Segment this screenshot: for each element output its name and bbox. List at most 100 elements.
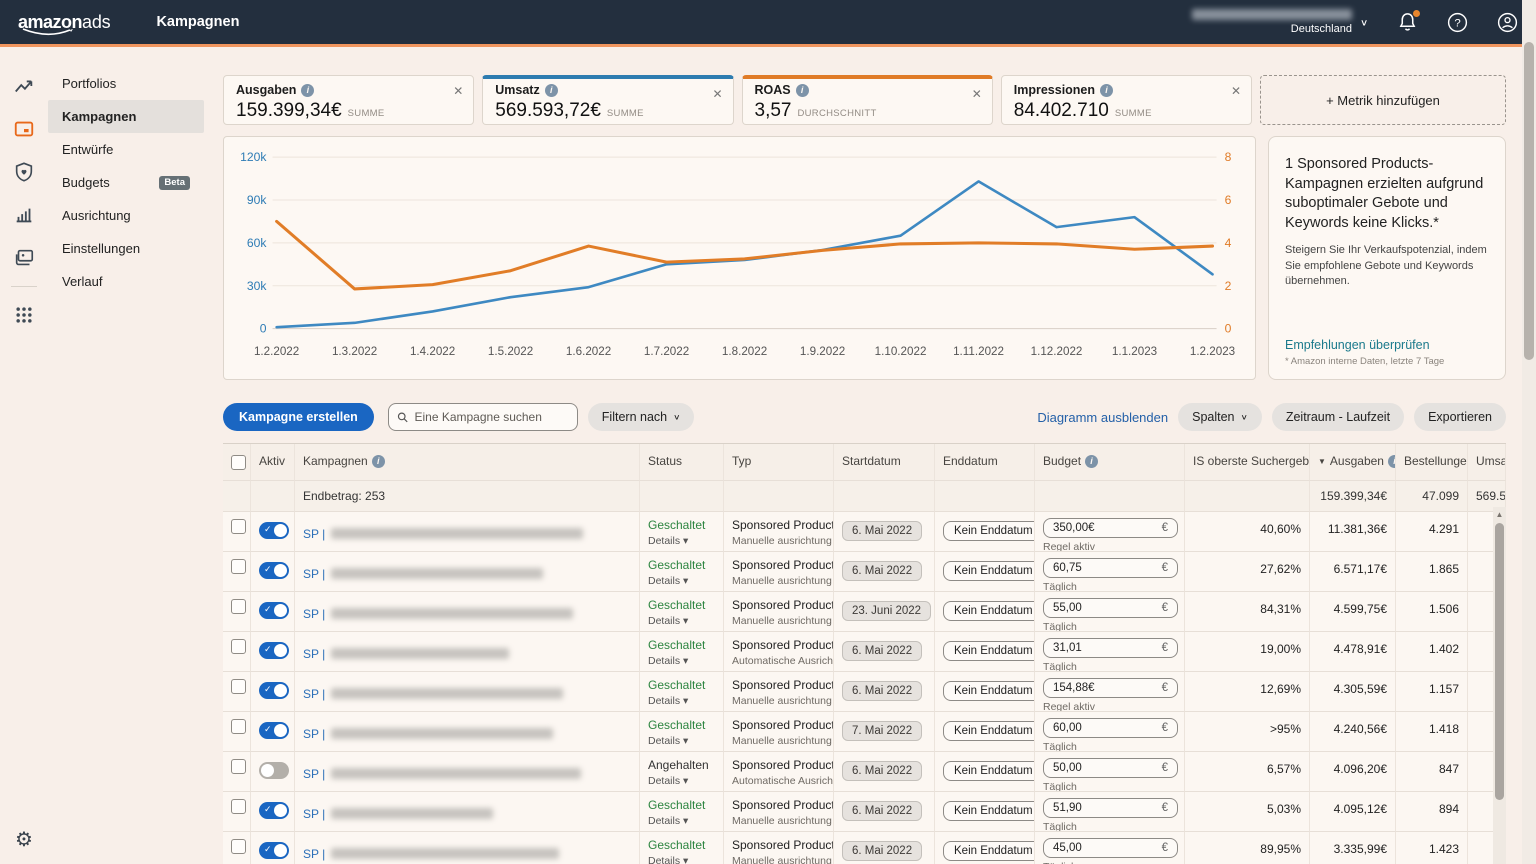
campaign-search[interactable]: [388, 403, 578, 431]
col-header-enddatum[interactable]: Enddatum: [935, 444, 1035, 481]
recommendation-link[interactable]: Empfehlungen überprüfen: [1285, 338, 1489, 352]
add-metric-button[interactable]: + Metrik hinzufügen: [1260, 75, 1506, 125]
close-icon[interactable]: ✕: [972, 87, 982, 101]
row-checkbox[interactable]: [231, 639, 246, 654]
col-header-budget[interactable]: Budgeti: [1035, 444, 1185, 481]
export-button[interactable]: Exportieren: [1414, 403, 1506, 431]
row-checkbox[interactable]: [231, 519, 246, 534]
start-date-picker[interactable]: 7. Mai 2022: [842, 721, 922, 741]
budget-input[interactable]: 60,75€: [1043, 558, 1178, 578]
page-scrollbar[interactable]: [1522, 0, 1536, 864]
end-date-picker[interactable]: Kein Enddatum: [943, 681, 1035, 701]
info-icon[interactable]: i: [301, 84, 314, 97]
row-checkbox[interactable]: [231, 759, 246, 774]
sidebar-item-entwuerfe[interactable]: Entwürfe: [48, 133, 204, 166]
brand-shield-icon[interactable]: [13, 161, 35, 183]
col-header-typ[interactable]: Typ: [724, 444, 834, 481]
notifications-button[interactable]: [1396, 11, 1418, 33]
profile-button[interactable]: [1496, 11, 1518, 33]
info-icon[interactable]: i: [545, 84, 558, 97]
campaigns-card-icon[interactable]: [13, 118, 35, 140]
start-date-picker[interactable]: 6. Mai 2022: [842, 761, 922, 781]
close-icon[interactable]: ✕: [1231, 84, 1241, 98]
campaign-name-cell[interactable]: SP |: [295, 592, 640, 632]
sidebar-item-budgets[interactable]: BudgetsBeta: [48, 166, 204, 199]
end-date-picker[interactable]: Kein Enddatum: [943, 721, 1035, 741]
hide-chart-link[interactable]: Diagramm ausblenden: [1037, 410, 1168, 425]
metric-card-roas[interactable]: ROASi ✕ 3,57DURCHSCHNITT: [742, 75, 993, 125]
info-icon[interactable]: i: [1100, 84, 1113, 97]
amazon-ads-logo[interactable]: amazonads: [18, 12, 110, 33]
col-header-kampagnen[interactable]: Kampagneni: [295, 444, 640, 481]
info-icon[interactable]: i: [372, 455, 385, 468]
scroll-up-icon[interactable]: ▲: [1493, 507, 1506, 519]
sidebar-item-verlauf[interactable]: Verlauf: [48, 265, 204, 298]
campaign-active-toggle[interactable]: ✓: [259, 762, 289, 779]
search-input[interactable]: [414, 410, 568, 424]
status-details-expander[interactable]: Details ▾: [648, 735, 715, 747]
sidebar-item-ausrichtung[interactable]: Ausrichtung: [48, 199, 204, 232]
page-scrollbar-thumb[interactable]: [1524, 42, 1534, 360]
table-scrollbar[interactable]: ▲: [1493, 507, 1506, 864]
info-icon[interactable]: i: [1388, 455, 1396, 468]
campaign-active-toggle[interactable]: ✓: [259, 682, 289, 699]
col-header-ausgaben-sorted[interactable]: ▼Ausgabeni: [1310, 444, 1396, 481]
create-campaign-button[interactable]: Kampagne erstellen: [223, 403, 374, 431]
row-checkbox[interactable]: [231, 799, 246, 814]
help-button[interactable]: ?: [1446, 11, 1468, 33]
info-icon[interactable]: i: [1085, 455, 1098, 468]
campaign-active-toggle[interactable]: ✓: [259, 722, 289, 739]
settings-gear-icon[interactable]: ⚙: [13, 828, 35, 850]
status-details-expander[interactable]: Details ▾: [648, 615, 715, 627]
status-details-expander[interactable]: Details ▾: [648, 575, 715, 587]
campaign-active-toggle[interactable]: ✓: [259, 802, 289, 819]
app-grid-icon[interactable]: [13, 304, 35, 326]
budget-input[interactable]: 50,00€: [1043, 758, 1178, 778]
close-icon[interactable]: ✕: [712, 87, 722, 101]
budget-input[interactable]: 60,00€: [1043, 718, 1178, 738]
campaign-active-toggle[interactable]: ✓: [259, 842, 289, 859]
campaign-name-cell[interactable]: SP |: [295, 632, 640, 672]
budget-input[interactable]: 350,00€€: [1043, 518, 1178, 538]
reports-bar-chart-icon[interactable]: [13, 204, 35, 226]
budget-input[interactable]: 154,88€€: [1043, 678, 1178, 698]
status-details-expander[interactable]: Details ▾: [648, 655, 715, 667]
start-date-picker[interactable]: 6. Mai 2022: [842, 641, 922, 661]
campaign-active-toggle[interactable]: ✓: [259, 562, 289, 579]
performance-trend-icon[interactable]: [13, 75, 35, 97]
end-date-picker[interactable]: Kein Enddatum: [943, 841, 1035, 861]
end-date-picker[interactable]: Kein Enddatum: [943, 561, 1035, 581]
campaign-active-toggle[interactable]: ✓: [259, 522, 289, 539]
campaign-name-cell[interactable]: SP |: [295, 832, 640, 864]
date-range-button[interactable]: Zeitraum - Laufzeit: [1272, 403, 1404, 431]
campaign-name-cell[interactable]: SP |: [295, 712, 640, 752]
campaign-name-cell[interactable]: SP |: [295, 512, 640, 552]
select-all-checkbox[interactable]: [231, 455, 246, 470]
status-details-expander[interactable]: Details ▾: [648, 775, 715, 787]
campaign-name-cell[interactable]: SP |: [295, 752, 640, 792]
creatives-images-icon[interactable]: [13, 247, 35, 269]
start-date-picker[interactable]: 6. Mai 2022: [842, 801, 922, 821]
col-header-umsatz[interactable]: Umsatz: [1468, 444, 1506, 481]
col-header-aktiv[interactable]: Aktiv: [251, 444, 295, 481]
status-details-expander[interactable]: Details ▾: [648, 815, 715, 827]
campaign-active-toggle[interactable]: ✓: [259, 642, 289, 659]
metric-card-ausgaben[interactable]: Ausgabeni ✕ 159.399,34€SUMME: [223, 75, 474, 125]
sidebar-item-kampagnen[interactable]: Kampagnen: [48, 100, 204, 133]
campaign-name-cell[interactable]: SP |: [295, 552, 640, 592]
metric-card-impressionen[interactable]: Impressioneni ✕ 84.402.710SUMME: [1001, 75, 1252, 125]
campaign-name-cell[interactable]: SP |: [295, 672, 640, 712]
budget-input[interactable]: 31,01€: [1043, 638, 1178, 658]
col-header-status[interactable]: Status: [640, 444, 724, 481]
start-date-picker[interactable]: 6. Mai 2022: [842, 521, 922, 541]
table-scrollbar-thumb[interactable]: [1495, 523, 1504, 800]
row-checkbox[interactable]: [231, 679, 246, 694]
start-date-picker[interactable]: 6. Mai 2022: [842, 561, 922, 581]
col-header-is-suchergebnisse[interactable]: IS oberste Suchergebnissei: [1185, 444, 1310, 481]
budget-input[interactable]: 51,90€: [1043, 798, 1178, 818]
status-details-expander[interactable]: Details ▾: [648, 855, 715, 864]
close-icon[interactable]: ✕: [453, 84, 463, 98]
columns-dropdown[interactable]: Spalten∨: [1178, 403, 1262, 431]
end-date-picker[interactable]: Kein Enddatum: [943, 521, 1035, 541]
info-icon[interactable]: i: [796, 84, 809, 97]
